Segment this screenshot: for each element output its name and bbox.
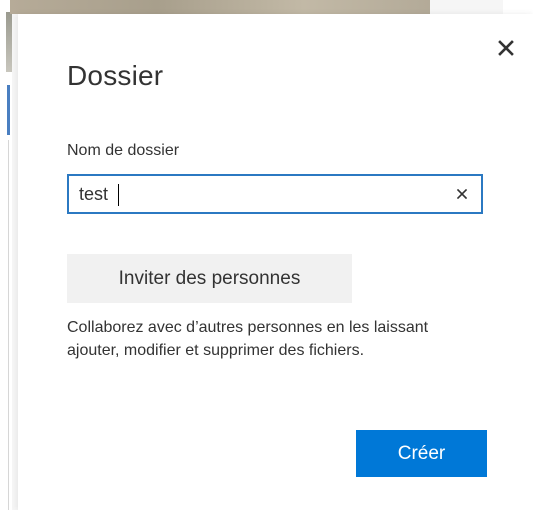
background-selection-bar: [7, 85, 10, 135]
create-button[interactable]: Créer: [356, 430, 487, 477]
text-cursor: [118, 184, 119, 206]
invite-people-button[interactable]: Inviter des personnes: [67, 254, 352, 303]
clear-icon: [457, 189, 467, 199]
folder-name-field[interactable]: [67, 174, 483, 214]
background-banner: [10, 0, 430, 14]
folder-name-input[interactable]: [79, 176, 439, 212]
background-thumbnail: [6, 12, 12, 72]
invite-help-text: Collaborez avec d’autres personnes en le…: [67, 319, 429, 359]
close-icon: [498, 40, 514, 56]
background-page-left: [0, 0, 12, 510]
dialog-title: Dossier: [67, 60, 164, 91]
background-divider: [8, 140, 9, 510]
screen: Dossier Nom de dossier Inviter des perso…: [0, 0, 533, 510]
clear-button[interactable]: [453, 185, 471, 203]
folder-name-label: Nom de dossier: [67, 142, 180, 159]
close-button[interactable]: [494, 36, 518, 60]
new-folder-dialog: Dossier Nom de dossier Inviter des perso…: [18, 14, 533, 510]
